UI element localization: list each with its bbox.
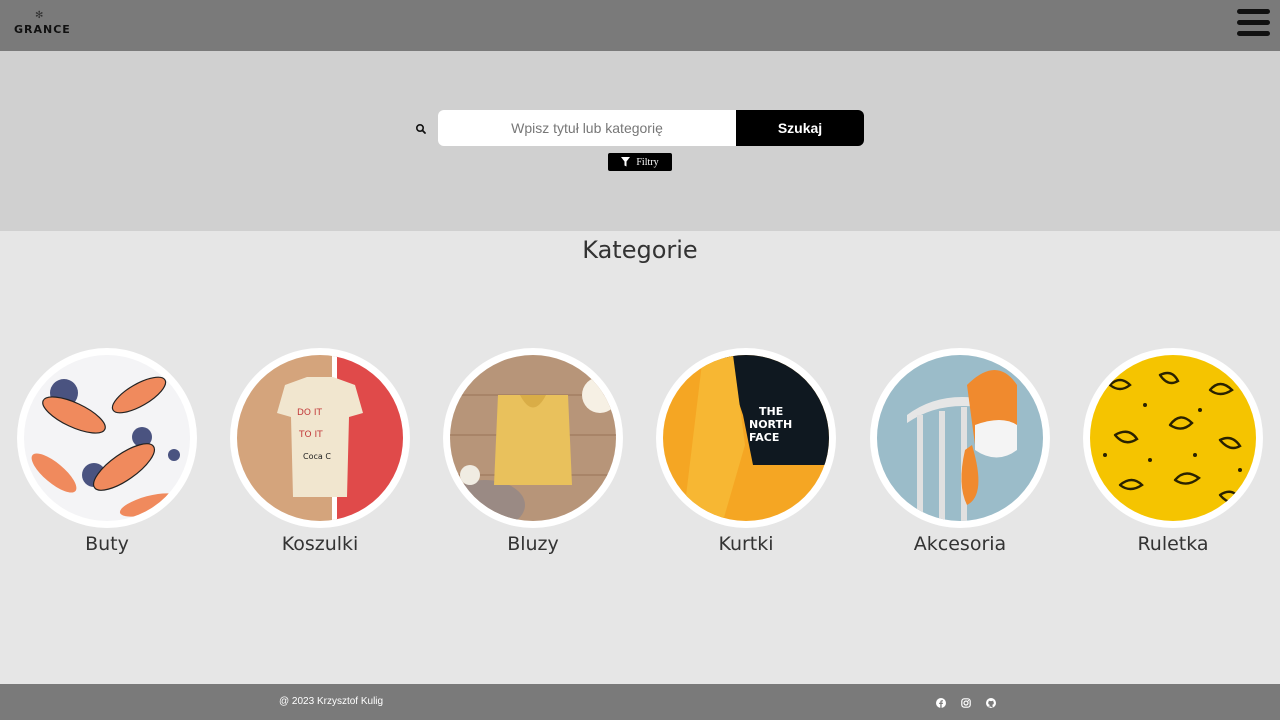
svg-text:DO IT: DO IT xyxy=(297,408,323,418)
category-label: Koszulki xyxy=(281,533,359,555)
top-navbar: ✻ GRANCE xyxy=(0,0,1280,51)
svg-text:Coca C: Coca C xyxy=(303,452,331,461)
category-image xyxy=(443,348,623,528)
logo[interactable]: ✻ GRANCE xyxy=(14,10,70,40)
category-buty[interactable]: Buty xyxy=(17,348,197,555)
hoodie-image xyxy=(450,355,616,521)
search-icon xyxy=(415,123,426,134)
search-input[interactable] xyxy=(438,110,736,146)
logo-text: GRANCE xyxy=(14,23,71,36)
category-bluzy[interactable]: Bluzy xyxy=(443,348,623,555)
category-label: Bluzy xyxy=(507,533,559,555)
pattern-image xyxy=(1090,355,1256,521)
svg-text:FACE: FACE xyxy=(749,431,779,444)
cap-image xyxy=(877,355,1043,521)
search-button[interactable]: Szukaj xyxy=(736,110,864,146)
logo-mark-icon: ✻ xyxy=(35,10,44,21)
category-koszulki[interactable]: DO IT TO IT Coca C Koszulki xyxy=(230,348,410,555)
filter-button[interactable]: Filtry xyxy=(608,153,672,171)
category-image xyxy=(17,348,197,528)
svg-text:TO IT: TO IT xyxy=(298,430,323,440)
instagram-icon[interactable] xyxy=(961,698,971,708)
category-kurtki[interactable]: THE NORTH FACE Kurtki xyxy=(656,348,836,555)
category-image: DO IT TO IT Coca C xyxy=(230,348,410,528)
jacket-image: THE NORTH FACE xyxy=(663,355,829,521)
category-ruletka[interactable]: Ruletka xyxy=(1083,348,1263,555)
filter-icon xyxy=(621,157,631,167)
category-akcesoria[interactable]: Akcesoria xyxy=(870,348,1050,555)
svg-text:THE: THE xyxy=(759,405,783,418)
category-label: Ruletka xyxy=(1137,533,1209,555)
menu-icon[interactable] xyxy=(1237,9,1270,41)
category-image: THE NORTH FACE xyxy=(656,348,836,528)
page-title: Kategorie xyxy=(582,236,698,264)
tshirt-image: DO IT TO IT Coca C xyxy=(237,355,403,521)
category-image xyxy=(870,348,1050,528)
facebook-icon[interactable] xyxy=(936,698,946,708)
category-label: Kurtki xyxy=(718,533,774,555)
sneakers-image xyxy=(24,355,190,521)
copyright-text: @ 2023 Krzysztof Kulig xyxy=(279,696,384,707)
search-section: Szukaj Filtry xyxy=(0,51,1280,231)
svg-text:NORTH: NORTH xyxy=(749,418,792,431)
footer: @ 2023 Krzysztof Kulig xyxy=(0,684,1280,720)
filter-label: Filtry xyxy=(636,156,659,168)
github-icon[interactable] xyxy=(986,698,996,708)
category-label: Akcesoria xyxy=(913,533,1007,555)
category-label: Buty xyxy=(85,533,129,555)
category-image xyxy=(1083,348,1263,528)
